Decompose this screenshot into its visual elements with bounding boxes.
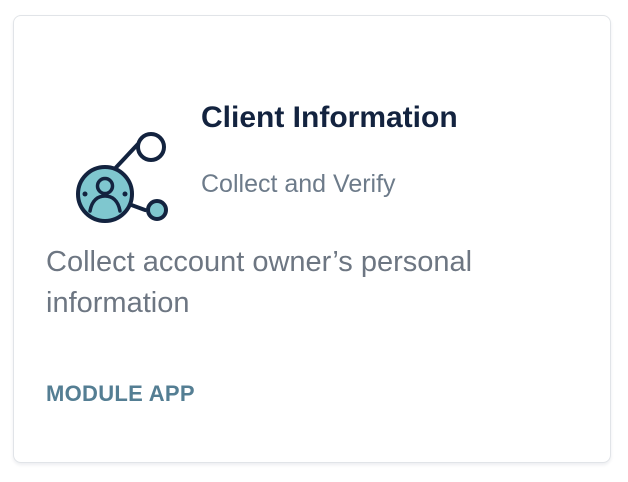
user-network-icon [62,114,182,234]
card-title: Client Information [201,101,458,134]
card-description: Collect account owner’s personal informa… [46,246,473,319]
module-card[interactable]: Client Information Collect and Verify Co… [13,15,611,463]
module-app-link[interactable]: MODULE APP [46,380,195,408]
card-subtitle: Collect and Verify [201,170,396,198]
